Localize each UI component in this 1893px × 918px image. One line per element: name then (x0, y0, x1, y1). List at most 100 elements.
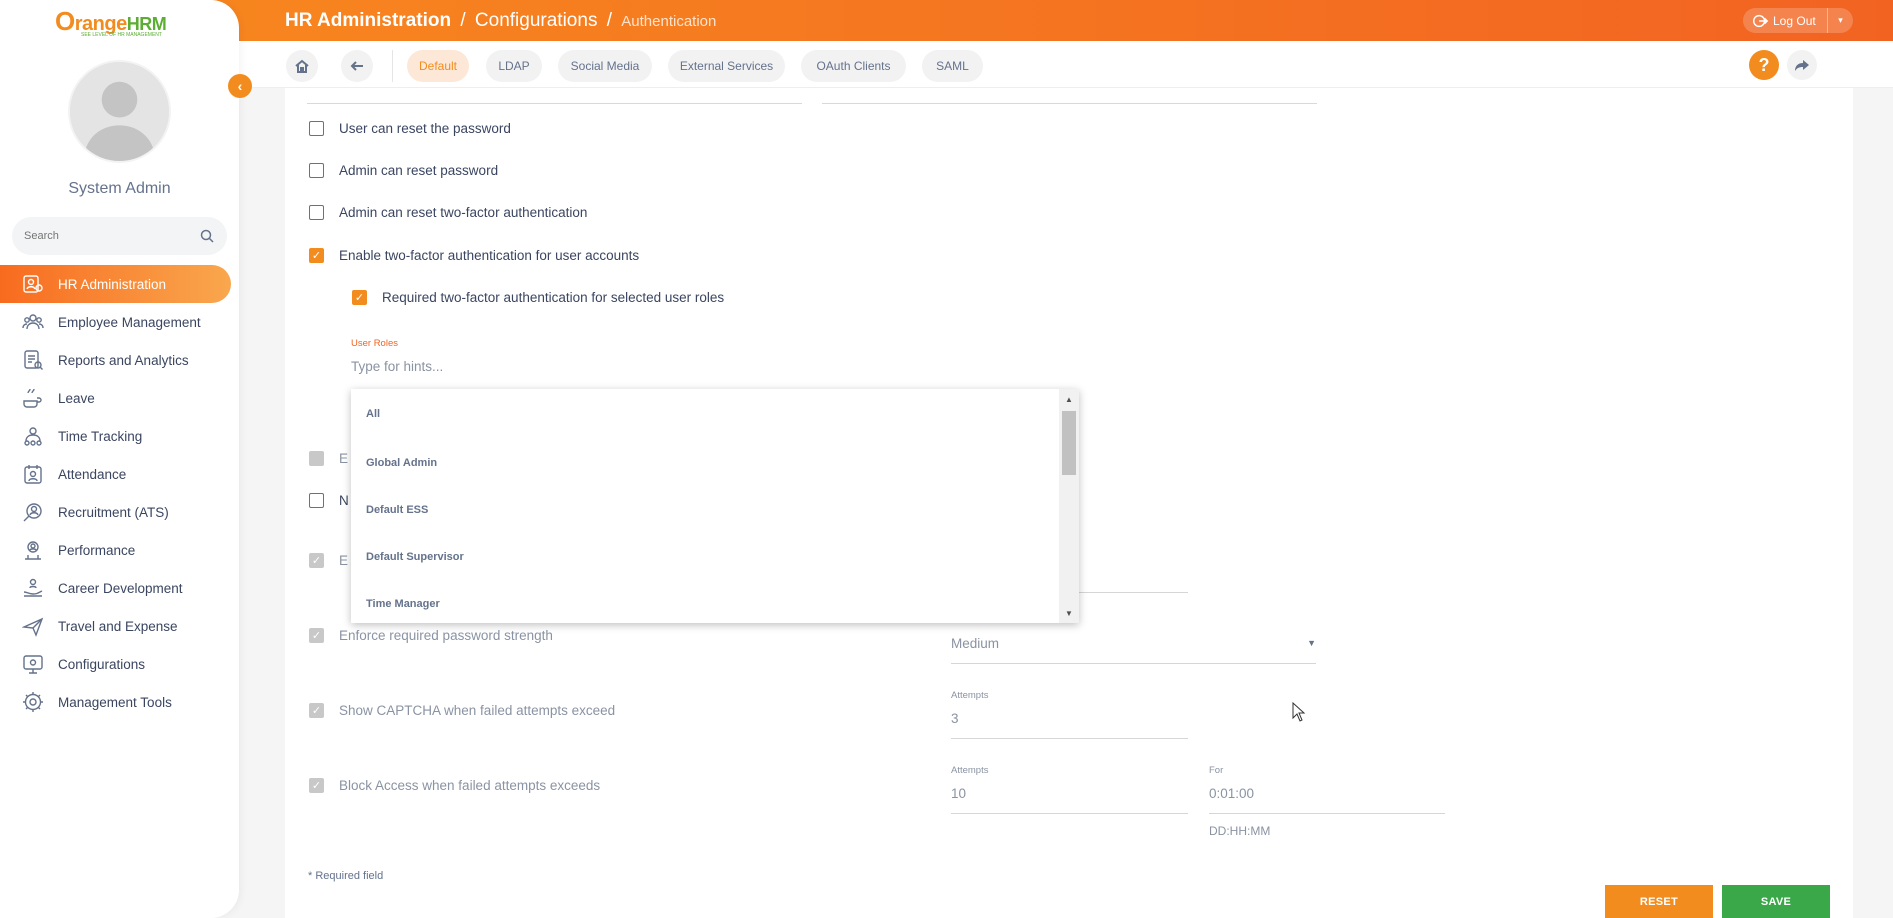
arrow-left-icon (350, 61, 363, 71)
sidebar-item-travel-and-expense[interactable]: Travel and Expense (0, 607, 231, 645)
reports-icon (22, 349, 44, 371)
enable-2fa-label: Enable two-factor authentication for use… (339, 248, 640, 263)
captcha-attempts-field: Attempts 3 (951, 690, 1188, 739)
option-time-manager[interactable]: Time Manager (351, 580, 1059, 623)
captcha-attempts-input[interactable]: 3 (951, 711, 1188, 739)
breadcrumb-separator: / (606, 10, 613, 31)
search-icon[interactable] (199, 228, 215, 244)
sidebar: OrangeHRM SEE LEVEL OF HR MANAGEMENT Sys… (0, 0, 239, 918)
breadcrumb: HR Administration / Configurations / Aut… (285, 10, 716, 32)
tab-saml[interactable]: SAML (922, 50, 983, 82)
user-roles-label: User Roles (351, 338, 398, 349)
row-hidden-3: ✓ E (309, 553, 348, 568)
sidebar-item-time-tracking[interactable]: Time Tracking (0, 417, 231, 455)
check-icon: ✓ (311, 630, 322, 642)
strength-value: Medium (951, 636, 1316, 664)
hidden-3-checkbox[interactable]: ✓ (309, 553, 324, 568)
option-default-ess[interactable]: Default ESS (351, 486, 1059, 533)
sidebar-menu: HR Administration Employee Management Re… (0, 265, 239, 721)
block-attempts-label: Attempts (951, 765, 989, 776)
sidebar-item-leave[interactable]: Leave (0, 379, 231, 417)
required-2fa-roles-label: Required two-factor authentication for s… (382, 290, 725, 305)
tab-ldap[interactable]: LDAP (486, 50, 542, 82)
breadcrumb-configurations[interactable]: Configurations (475, 10, 598, 31)
sidebar-item-reports-and-analytics[interactable]: Reports and Analytics (0, 341, 231, 379)
breadcrumb-hr-administration[interactable]: HR Administration (285, 10, 451, 31)
search-input[interactable] (24, 230, 199, 242)
save-button[interactable]: SAVE (1722, 885, 1830, 918)
check-icon: ✓ (354, 292, 365, 304)
user-roles-input[interactable]: Type for hints... (351, 359, 1075, 386)
option-global-admin[interactable]: Global Admin (351, 439, 1059, 486)
sidebar-item-performance[interactable]: Performance (0, 531, 231, 569)
captcha-checkbox[interactable]: ✓ (309, 703, 324, 718)
sidebar-item-attendance[interactable]: Attendance (0, 455, 231, 493)
sidebar-collapse-button[interactable]: ‹ (228, 74, 252, 98)
block-for-input[interactable]: 0:01:00 (1209, 786, 1445, 814)
user-reset-password-label: User can reset the password (339, 121, 511, 136)
recruitment-icon (22, 501, 44, 523)
row-required-2fa-roles: ✓ Required two-factor authentication for… (352, 290, 724, 305)
admin-reset-password-checkbox[interactable] (309, 163, 324, 178)
hidden-1-checkbox[interactable] (309, 451, 324, 466)
hidden-2-checkbox[interactable] (309, 493, 324, 508)
configurations-icon (22, 653, 44, 675)
block-attempts-input[interactable]: 10 (951, 786, 1188, 814)
sidebar-item-career-development[interactable]: Career Development (0, 569, 231, 607)
row-captcha: ✓ Show CAPTCHA when failed attempts exce… (309, 703, 615, 718)
enforce-strength-label: Enforce required password strength (339, 628, 553, 643)
tabs-bar: Default LDAP Social Media External Servi… (239, 41, 1893, 88)
travel-icon (22, 615, 44, 637)
option-default-supervisor[interactable]: Default Supervisor (351, 533, 1059, 580)
captcha-attempts-label: Attempts (951, 690, 989, 701)
enable-2fa-checkbox[interactable]: ✓ (309, 248, 324, 263)
sidebar-item-management-tools[interactable]: Management Tools (0, 683, 231, 721)
tab-oauth-clients[interactable]: OAuth Clients (801, 50, 906, 82)
avatar[interactable] (68, 60, 171, 163)
block-access-checkbox[interactable]: ✓ (309, 778, 324, 793)
tab-default[interactable]: Default (407, 50, 469, 82)
hr-admin-icon (22, 273, 44, 295)
option-all[interactable]: All (351, 389, 1059, 439)
block-for-field: For 0:01:00 DD:HH:MM (1209, 765, 1445, 838)
row-user-reset-password: User can reset the password (309, 121, 511, 136)
logout-icon (1752, 14, 1769, 27)
dropdown-scrollbar[interactable]: ▲ ▼ (1059, 389, 1079, 623)
tab-external-services[interactable]: External Services (668, 50, 785, 82)
row-enforce-strength: ✓ Enforce required password strength (309, 628, 553, 643)
tools-icon (22, 691, 44, 713)
sidebar-item-recruitment[interactable]: Recruitment (ATS) (0, 493, 231, 531)
required-2fa-roles-checkbox[interactable]: ✓ (352, 290, 367, 305)
share-icon (1795, 60, 1809, 71)
home-button[interactable] (286, 50, 318, 82)
logout-button[interactable]: Log Out ▾ (1743, 8, 1853, 33)
row-admin-reset-2fa: Admin can reset two-factor authenticatio… (309, 205, 587, 220)
enforce-strength-checkbox[interactable]: ✓ (309, 628, 324, 643)
scroll-up-icon[interactable]: ▲ (1059, 391, 1079, 407)
admin-reset-2fa-checkbox[interactable] (309, 205, 324, 220)
user-reset-password-checkbox[interactable] (309, 121, 324, 136)
sidebar-item-employee-management[interactable]: Employee Management (0, 303, 231, 341)
scrollbar-thumb[interactable] (1062, 411, 1076, 475)
user-roles-options: All Global Admin Default ESS Default Sup… (351, 389, 1059, 623)
logout-label: Log Out (1773, 13, 1816, 28)
check-icon: ✓ (311, 705, 322, 717)
required-field-note: * Required field (308, 870, 384, 882)
sidebar-item-hr-administration[interactable]: HR Administration (0, 265, 231, 303)
check-icon: ✓ (311, 250, 322, 262)
help-button[interactable]: ? (1749, 50, 1779, 80)
row-hidden-2: N (309, 493, 349, 508)
leave-icon (22, 387, 44, 409)
share-button[interactable] (1787, 50, 1817, 80)
reset-button[interactable]: RESET (1605, 885, 1713, 918)
breadcrumb-authentication: Authentication (621, 13, 717, 30)
back-button[interactable] (341, 50, 373, 82)
logout-dropdown-icon[interactable]: ▾ (1827, 8, 1853, 33)
employees-icon (22, 311, 44, 333)
scroll-down-icon[interactable]: ▼ (1059, 605, 1079, 621)
strength-select[interactable]: Medium ▼ (951, 636, 1316, 664)
dropdown-arrow-icon: ▼ (1307, 638, 1316, 648)
block-for-label: For (1209, 765, 1224, 776)
sidebar-item-configurations[interactable]: Configurations (0, 645, 231, 683)
tab-social-media[interactable]: Social Media (558, 50, 652, 82)
